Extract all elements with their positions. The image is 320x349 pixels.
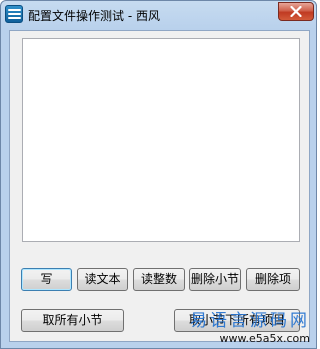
close-button[interactable]: [278, 2, 314, 21]
window-title: 配置文件操作测试 - 西风: [28, 9, 160, 23]
read-int-button[interactable]: 读整数: [133, 268, 185, 291]
app-stack-icon[interactable]: [5, 5, 23, 23]
watermark-text: 易语言源码网: [190, 311, 310, 331]
read-text-button[interactable]: 读文本: [77, 268, 128, 291]
site-watermark: 易语言源码网 www.e5a5x.com: [190, 311, 310, 345]
output-textbox[interactable]: [22, 38, 300, 242]
delete-section-button[interactable]: 删除小节: [189, 268, 241, 291]
delete-key-button[interactable]: 删除项: [246, 268, 300, 291]
watermark-url: www.e5a5x.com: [219, 332, 310, 345]
close-icon: [290, 6, 302, 17]
get-all-sections-button[interactable]: 取所有小节: [21, 309, 124, 332]
client-area: 写 读文本 读整数 删除小节 删除项 取所有小节 取小节下所有项目: [9, 30, 310, 342]
app-window: 配置文件操作测试 - 西风 写 读文本 读整数 删除小节 删除项 取所有小节 取…: [0, 0, 317, 349]
write-button[interactable]: 写: [21, 268, 72, 291]
title-bar[interactable]: 配置文件操作测试 - 西风: [1, 1, 316, 29]
